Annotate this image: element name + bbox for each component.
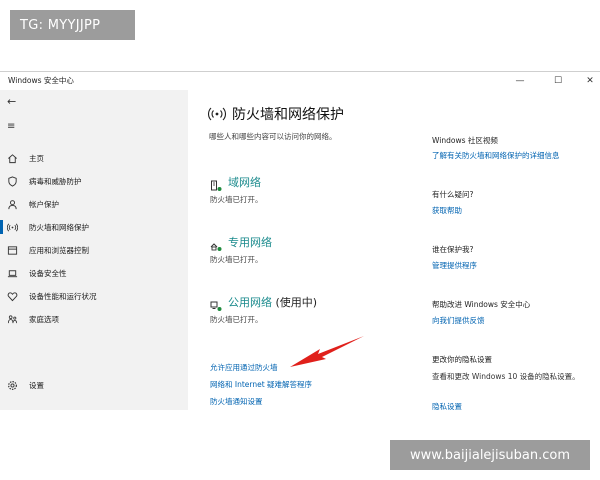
allow-app-through-firewall-link[interactable]: 允许应用通过防火墙 bbox=[210, 362, 278, 373]
sidebar-item-label: 帐户保护 bbox=[29, 199, 59, 209]
home-icon bbox=[6, 152, 18, 164]
network-domain-link[interactable]: 域网络 bbox=[228, 174, 261, 190]
improve-heading: 帮助改进 Windows 安全中心 bbox=[432, 300, 531, 309]
sidebar-item-device-performance[interactable]: 设备性能和运行状况 bbox=[0, 286, 188, 306]
hamburger-menu-icon[interactable]: ≡ bbox=[7, 121, 15, 132]
domain-network-icon bbox=[210, 177, 222, 191]
app-window-icon bbox=[6, 244, 18, 256]
family-icon bbox=[6, 313, 18, 325]
wifi-signal-icon bbox=[207, 106, 227, 122]
sidebar: ← ≡ 主页 病毒和威胁防护 帐户保护 防火墙和网络保护 应用和浏览器控制 设备… bbox=[0, 90, 188, 410]
watermark-bottom: www.baijialejisuban.com bbox=[390, 440, 590, 470]
sidebar-item-label: 防火墙和网络保护 bbox=[29, 222, 89, 232]
public-network-icon bbox=[210, 297, 222, 311]
network-troubleshooter-link[interactable]: 网络和 Internet 疑难解答程序 bbox=[210, 379, 312, 390]
sidebar-item-virus-protection[interactable]: 病毒和威胁防护 bbox=[0, 171, 188, 191]
sidebar-item-label: 设备性能和运行状况 bbox=[29, 291, 97, 301]
network-status: 防火墙已打开。 bbox=[210, 255, 263, 264]
get-help-link[interactable]: 获取帮助 bbox=[432, 205, 462, 216]
privacy-description: 查看和更改 Windows 10 设备的隐私设置。 bbox=[432, 372, 580, 381]
title-bar: Windows 安全中心 — ☐ ✕ bbox=[0, 72, 600, 90]
sidebar-item-settings[interactable]: 设置 bbox=[0, 375, 188, 395]
sidebar-item-label: 家庭选项 bbox=[29, 314, 59, 324]
laptop-icon bbox=[6, 267, 18, 279]
community-video-link[interactable]: 了解有关防火墙和网络保护的详细信息 bbox=[432, 150, 560, 161]
sidebar-item-account-protection[interactable]: 帐户保护 bbox=[0, 194, 188, 214]
heart-icon bbox=[6, 290, 18, 302]
watermark-top: TG: MYYJJPP bbox=[10, 10, 135, 40]
sidebar-item-label: 设置 bbox=[29, 380, 44, 390]
sidebar-item-family-options[interactable]: 家庭选项 bbox=[0, 309, 188, 329]
question-heading: 有什么疑问? bbox=[432, 190, 474, 199]
page-title: 防火墙和网络保护 bbox=[232, 107, 344, 123]
firewall-notification-settings-link[interactable]: 防火墙通知设置 bbox=[210, 396, 263, 407]
sidebar-item-label: 主页 bbox=[29, 153, 44, 163]
minimize-button[interactable]: — bbox=[512, 74, 528, 88]
network-name: 域网络 bbox=[228, 176, 261, 189]
private-network-icon bbox=[210, 237, 222, 251]
feedback-link[interactable]: 向我们提供反馈 bbox=[432, 315, 485, 326]
sidebar-item-label: 病毒和威胁防护 bbox=[29, 176, 82, 186]
sidebar-item-home[interactable]: 主页 bbox=[0, 148, 188, 168]
sidebar-item-device-security[interactable]: 设备安全性 bbox=[0, 263, 188, 283]
gear-icon bbox=[6, 379, 18, 391]
main-content: 防火墙和网络保护 哪些人和哪些内容可以访问你的网络。 域网络 防火墙已打开。 专… bbox=[188, 90, 600, 410]
window-title: Windows 安全中心 bbox=[8, 76, 74, 85]
right-column: Windows 社区视频 了解有关防火墙和网络保护的详细信息 有什么疑问? 获取… bbox=[430, 90, 600, 410]
network-status: 防火墙已打开。 bbox=[210, 195, 263, 204]
active-indicator bbox=[0, 220, 3, 234]
sidebar-item-label: 应用和浏览器控制 bbox=[29, 245, 89, 255]
network-name: 专用网络 bbox=[228, 236, 272, 249]
manage-providers-link[interactable]: 管理提供程序 bbox=[432, 260, 477, 271]
back-arrow-icon[interactable]: ← bbox=[7, 95, 16, 108]
shield-icon bbox=[6, 175, 18, 187]
privacy-settings-link[interactable]: 隐私设置 bbox=[432, 401, 462, 410]
sidebar-item-label: 设备安全性 bbox=[29, 268, 67, 278]
sidebar-item-app-browser-control[interactable]: 应用和浏览器控制 bbox=[0, 240, 188, 260]
protect-heading: 谁在保护我? bbox=[432, 245, 474, 254]
wifi-signal-icon bbox=[6, 221, 18, 233]
community-heading: Windows 社区视频 bbox=[432, 136, 498, 145]
network-status: 防火墙已打开。 bbox=[210, 315, 263, 324]
red-arrow-annotation bbox=[290, 336, 364, 367]
sidebar-item-firewall[interactable]: 防火墙和网络保护 bbox=[0, 217, 188, 237]
privacy-heading: 更改你的隐私设置 bbox=[432, 355, 492, 364]
page-subtitle: 哪些人和哪些内容可以访问你的网络。 bbox=[209, 132, 337, 141]
maximize-button[interactable]: ☐ bbox=[550, 74, 566, 88]
network-public-link[interactable]: 公用网络 (使用中) bbox=[228, 294, 317, 310]
network-name: 公用网络 bbox=[228, 296, 272, 309]
person-icon bbox=[6, 198, 18, 210]
network-private-link[interactable]: 专用网络 bbox=[228, 234, 272, 250]
network-in-use: (使用中) bbox=[272, 296, 318, 309]
close-button[interactable]: ✕ bbox=[582, 74, 598, 88]
